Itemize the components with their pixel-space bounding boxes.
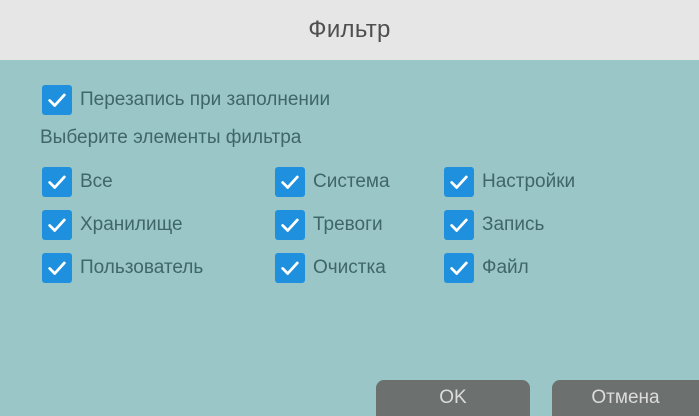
filter-label-alarms: Тревоги	[313, 214, 383, 235]
filter-checkbox-clear-row[interactable]: Очистка	[275, 253, 386, 283]
filter-checkbox-file-row[interactable]: Файл	[444, 253, 529, 283]
filter-checkbox-storage-row[interactable]: Хранилище	[42, 210, 183, 240]
cancel-button[interactable]: Отмена	[552, 380, 699, 416]
filter-checkbox-user[interactable]	[42, 253, 72, 283]
checkmark-icon	[450, 175, 468, 189]
filter-label-system: Система	[313, 171, 390, 192]
filter-label-all: Все	[80, 171, 113, 192]
filter-checkbox-user-row[interactable]: Пользователь	[42, 253, 203, 283]
filter-checkbox-all-row[interactable]: Все	[42, 167, 113, 197]
title-bar: Фильтр	[0, 0, 699, 60]
filter-label-user: Пользователь	[80, 257, 204, 278]
filter-label-settings: Настройки	[482, 171, 576, 192]
overwrite-checkbox-row[interactable]: Перезапись при заполнении	[42, 85, 330, 115]
checkmark-icon	[48, 218, 66, 232]
filter-checkbox-record-row[interactable]: Запись	[444, 210, 544, 240]
filter-checkbox-alarms[interactable]	[275, 210, 305, 240]
filter-checkbox-settings-row[interactable]: Настройки	[444, 167, 575, 197]
overwrite-checkbox[interactable]	[42, 85, 72, 115]
filter-checkbox-record[interactable]	[444, 210, 474, 240]
filter-checkbox-clear[interactable]	[275, 253, 305, 283]
filter-checkbox-storage[interactable]	[42, 210, 72, 240]
overwrite-label: Перезапись при заполнении	[80, 89, 331, 110]
filter-checkbox-alarms-row[interactable]: Тревоги	[275, 210, 383, 240]
checkmark-icon	[48, 261, 66, 275]
filter-label-file: Файл	[482, 257, 529, 278]
filter-label-record: Запись	[482, 214, 545, 235]
ok-button[interactable]: OK	[376, 380, 530, 416]
checkmark-icon	[281, 261, 299, 275]
filter-checkbox-settings[interactable]	[444, 167, 474, 197]
filter-checkbox-file[interactable]	[444, 253, 474, 283]
filter-label-clear: Очистка	[313, 257, 386, 278]
checkmark-icon	[48, 93, 66, 107]
filter-checkbox-all[interactable]	[42, 167, 72, 197]
dialog-title: Фильтр	[308, 16, 391, 43]
filter-checkbox-system-row[interactable]: Система	[275, 167, 390, 197]
filter-dialog: Фильтр Перезапись при заполнении Выберит…	[0, 0, 699, 416]
checkmark-icon	[450, 261, 468, 275]
checkmark-icon	[48, 175, 66, 189]
filter-checkbox-system[interactable]	[275, 167, 305, 197]
checkmark-icon	[281, 218, 299, 232]
checkmark-icon	[450, 218, 468, 232]
filter-section-label: Выберите элементы фильтра	[40, 127, 302, 148]
checkmark-icon	[281, 175, 299, 189]
filter-label-storage: Хранилище	[80, 214, 183, 235]
